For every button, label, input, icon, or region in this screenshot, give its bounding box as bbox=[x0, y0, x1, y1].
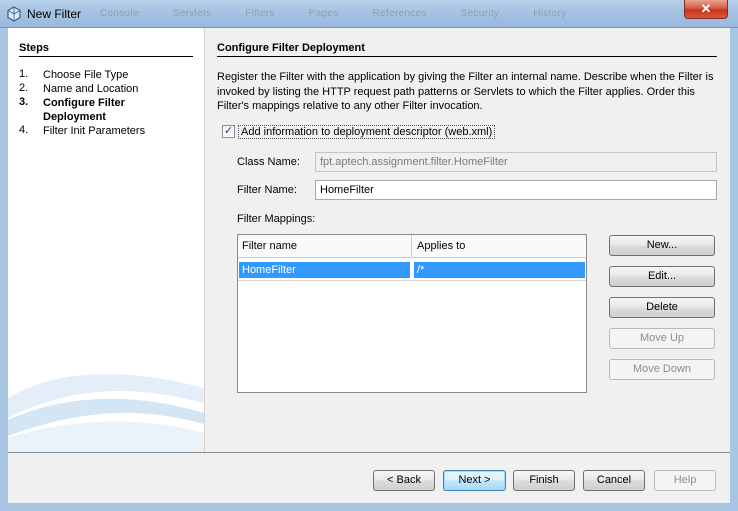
class-name-label: Class Name: bbox=[237, 156, 300, 168]
step-number: 4. bbox=[19, 124, 29, 136]
window-title: New Filter bbox=[27, 7, 82, 21]
finish-button[interactable]: Finish bbox=[513, 470, 575, 491]
table-header: Filter name Applies to bbox=[238, 235, 586, 258]
step-number: 2. bbox=[19, 82, 29, 94]
steps-heading: Steps bbox=[19, 42, 49, 54]
back-button[interactable]: < Back bbox=[373, 470, 435, 491]
steps-panel: Steps 1. Choose File Type 2. Name and Lo… bbox=[8, 28, 204, 452]
close-window-button[interactable]: ✕ bbox=[684, 0, 728, 19]
filter-name-field[interactable]: HomeFilter bbox=[315, 180, 717, 200]
step-label: Name and Location bbox=[43, 83, 139, 95]
window-frame-right bbox=[730, 28, 738, 511]
table-cell-filter-name[interactable]: HomeFilter bbox=[239, 262, 410, 278]
title-bar: New Filter Console Servlets Filters Pages Re… bbox=[0, 0, 738, 28]
title-divider bbox=[217, 56, 717, 57]
wizard-button-bar: < Back Next > Finish Cancel Help bbox=[8, 452, 730, 503]
steps-divider bbox=[19, 56, 193, 57]
table-cell-applies-to[interactable]: /* bbox=[414, 262, 585, 278]
background-tab: Servlets bbox=[172, 8, 212, 19]
step-label: Configure Filter Deployment bbox=[43, 97, 125, 123]
netbeans-app-icon bbox=[7, 6, 21, 22]
checkbox-label[interactable]: Add information to deployment descriptor… bbox=[238, 125, 496, 139]
close-icon: ✕ bbox=[700, 1, 712, 16]
decorative-swoosh bbox=[8, 374, 204, 452]
step-number: 1. bbox=[19, 68, 29, 80]
step-number: 3. bbox=[19, 96, 29, 108]
cancel-button[interactable]: Cancel bbox=[583, 470, 645, 491]
row-divider bbox=[238, 280, 586, 281]
edit-mapping-button[interactable]: Edit... bbox=[609, 266, 715, 287]
next-button[interactable]: Next > bbox=[443, 470, 506, 491]
filter-mappings-table[interactable]: Filter name Applies to HomeFilter /* bbox=[237, 234, 587, 393]
filter-mappings-label: Filter Mappings: bbox=[237, 213, 316, 225]
class-name-field: fpt.aptech.assignment.filter.HomeFilter bbox=[315, 152, 717, 172]
step-label: Choose File Type bbox=[43, 69, 129, 81]
column-header-applies-to[interactable]: Applies to bbox=[413, 235, 586, 258]
new-mapping-button[interactable]: New... bbox=[609, 235, 715, 256]
delete-mapping-button[interactable]: Delete bbox=[609, 297, 715, 318]
page-title: Configure Filter Deployment bbox=[217, 42, 365, 54]
background-tab: History bbox=[533, 8, 567, 19]
description-text: Register the Filter with the application… bbox=[217, 71, 714, 112]
background-tab: References bbox=[372, 8, 427, 19]
background-tab: Pages bbox=[308, 8, 339, 19]
step-label: Filter Init Parameters bbox=[43, 125, 146, 137]
filter-name-label: Filter Name: bbox=[237, 184, 297, 196]
move-up-button[interactable]: Move Up bbox=[609, 328, 715, 349]
background-tab: Security bbox=[460, 8, 500, 19]
window-frame-left bbox=[0, 28, 8, 511]
help-button[interactable]: Help bbox=[654, 470, 716, 491]
background-tabs: Console Servlets Filters Pages References Sec… bbox=[100, 8, 600, 19]
background-tab: Filters bbox=[245, 8, 275, 19]
column-header-filter-name[interactable]: Filter name bbox=[238, 235, 412, 258]
window-frame-bottom bbox=[0, 503, 738, 511]
background-tab: Console bbox=[100, 8, 139, 19]
checkbox-check-icon[interactable]: ✓ bbox=[222, 125, 235, 138]
move-down-button[interactable]: Move Down bbox=[609, 359, 715, 380]
table-row[interactable]: HomeFilter /* bbox=[239, 262, 585, 278]
content-panel: Configure Filter Deployment Register the… bbox=[204, 28, 730, 452]
